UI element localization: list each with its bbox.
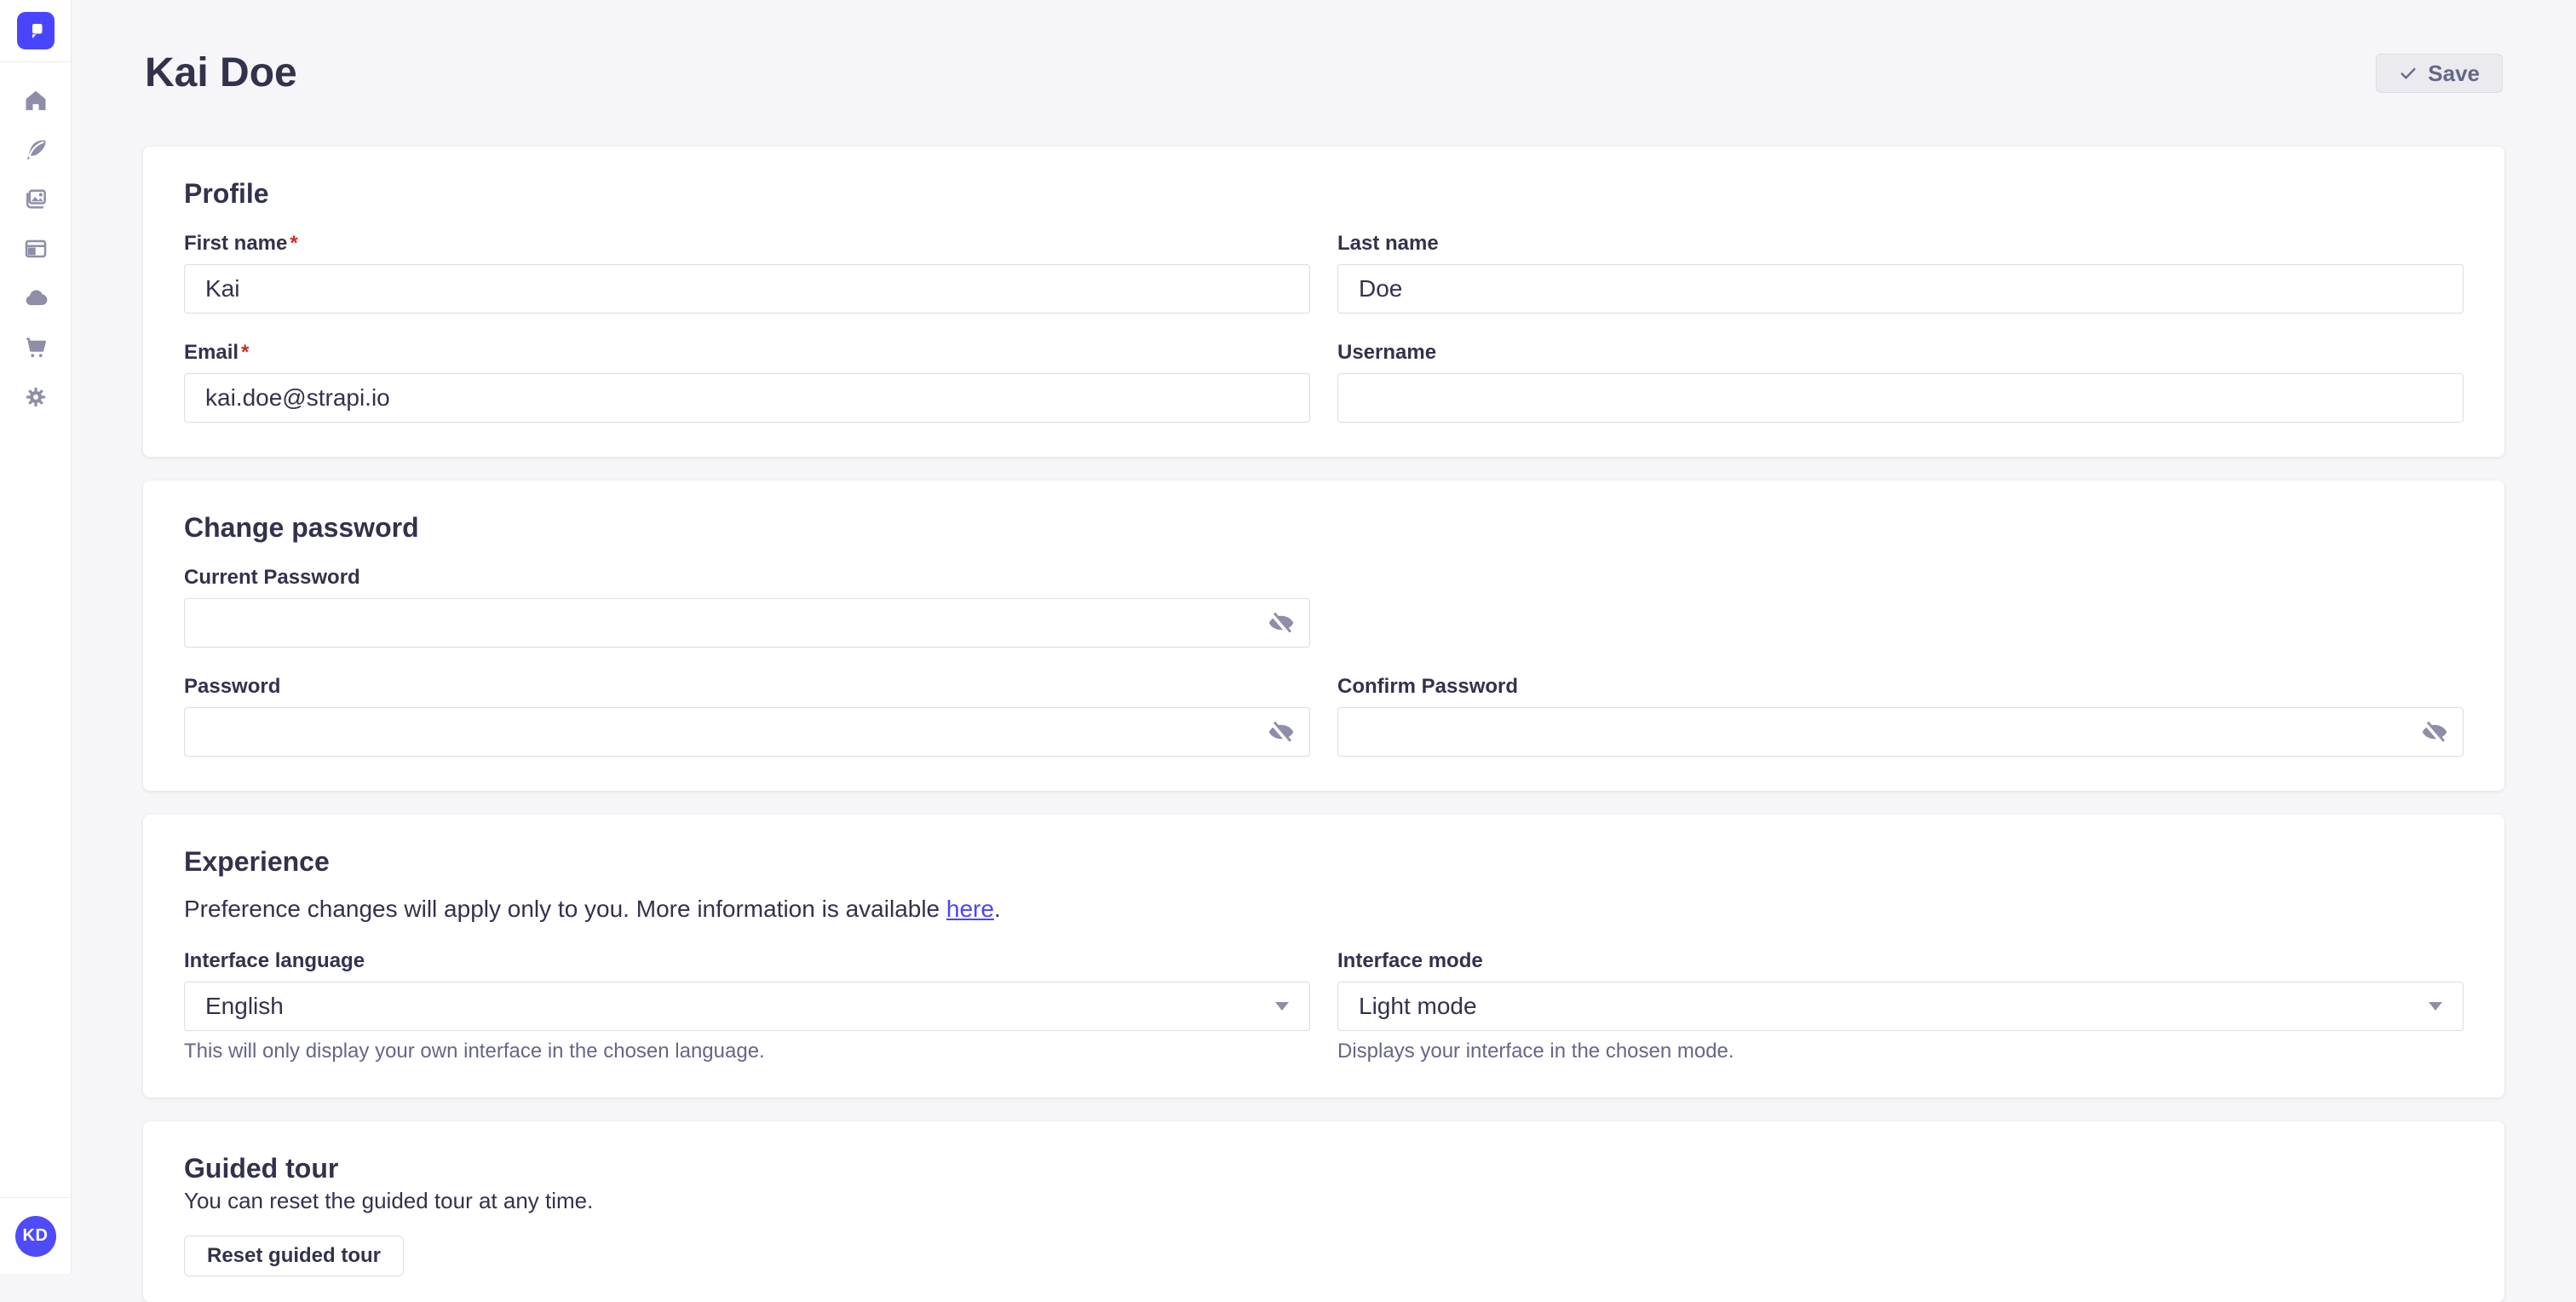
profile-section: Profile First name* Last name Email* <box>143 147 2504 457</box>
password-label: Password <box>184 675 1310 699</box>
password-input[interactable] <box>184 707 1310 757</box>
interface-language-select[interactable]: English <box>184 982 1310 1031</box>
password-field: Password <box>184 675 1310 757</box>
home-icon <box>23 88 49 113</box>
change-password-section: Change password Current Password <box>143 481 2504 791</box>
sidebar-item-media-library[interactable] <box>0 175 72 224</box>
interface-language-label-text: Interface language <box>184 949 365 972</box>
email-label-text: Email <box>184 341 239 364</box>
page-header: Kai Doe Save <box>143 0 2504 147</box>
change-password-grid: Current Password Password <box>184 566 2464 757</box>
experience-section-title: Experience <box>184 845 2464 878</box>
interface-language-hint: This will only display your own interfac… <box>184 1040 1310 1063</box>
sidebar-item-cloud[interactable] <box>0 274 72 323</box>
confirm-password-label: Confirm Password <box>1337 675 2464 699</box>
sidebar-item-home[interactable] <box>0 76 72 125</box>
toggle-confirm-password-visibility-button[interactable] <box>2418 715 2452 749</box>
experience-description-text: Preference changes will apply only to yo… <box>184 896 946 922</box>
email-label: Email* <box>184 341 1310 365</box>
toggle-current-password-visibility-button[interactable] <box>1264 606 1298 640</box>
first-name-label: First name* <box>184 232 1310 256</box>
interface-language-label: Interface language <box>184 949 1310 973</box>
toggle-password-visibility-button[interactable] <box>1264 715 1298 749</box>
interface-mode-hint: Displays your interface in the chosen mo… <box>1337 1040 2464 1063</box>
page-title: Kai Doe <box>145 49 297 97</box>
confirm-password-label-text: Confirm Password <box>1337 675 1518 698</box>
strapi-logo-icon <box>25 20 47 42</box>
eye-off-icon <box>2421 718 2448 746</box>
check-icon <box>2399 64 2418 83</box>
first-name-input[interactable] <box>184 264 1310 314</box>
sidebar-spacer <box>0 422 71 1197</box>
username-input[interactable] <box>1337 373 2464 423</box>
password-label-text: Password <box>184 675 280 698</box>
required-mark: * <box>290 232 297 255</box>
save-button-label: Save <box>2428 60 2480 87</box>
main-content: Kai Doe Save Profile First name* Last na… <box>72 0 2576 1302</box>
user-avatar[interactable]: KD <box>15 1216 56 1257</box>
profile-grid: First name* Last name Email* Username <box>184 232 2464 423</box>
experience-section: Experience Preference changes will apply… <box>143 815 2504 1097</box>
last-name-label-text: Last name <box>1337 232 1439 255</box>
sidebar-item-settings[interactable] <box>0 372 72 422</box>
current-password-field: Current Password <box>184 566 1310 648</box>
save-button[interactable]: Save <box>2376 54 2503 93</box>
sidebar-item-content[interactable] <box>0 125 72 175</box>
chevron-down-icon <box>1275 1002 1289 1011</box>
gear-icon <box>23 384 49 410</box>
cart-icon <box>23 335 49 360</box>
interface-mode-value: Light mode <box>1359 993 1477 1020</box>
current-password-label: Current Password <box>184 566 1310 590</box>
media-library-icon <box>23 187 49 212</box>
first-name-label-text: First name <box>184 232 287 255</box>
guided-tour-description: You can reset the guided tour at any tim… <box>184 1188 2464 1213</box>
sidebar-item-layout[interactable] <box>0 224 72 274</box>
username-field: Username <box>1337 341 2464 423</box>
experience-description: Preference changes will apply only to yo… <box>184 895 2464 924</box>
username-label: Username <box>1337 341 2464 365</box>
guided-tour-section-title: Guided tour <box>184 1152 2464 1184</box>
eye-off-icon <box>1268 718 1295 746</box>
more-information-link[interactable]: here <box>946 896 994 922</box>
chevron-down-icon <box>2429 1002 2442 1011</box>
sidebar-item-marketplace[interactable] <box>0 323 72 372</box>
last-name-label: Last name <box>1337 232 2464 256</box>
layout-icon <box>23 236 49 262</box>
required-mark: * <box>241 341 249 364</box>
current-password-input[interactable] <box>184 598 1310 648</box>
experience-description-period: . <box>994 896 1001 922</box>
interface-mode-select[interactable]: Light mode <box>1337 982 2464 1031</box>
sidebar-logo-area <box>0 0 71 62</box>
confirm-password-field: Confirm Password <box>1337 675 2464 757</box>
cloud-icon <box>22 285 49 311</box>
sidebar-footer: KD <box>0 1197 71 1274</box>
reset-guided-tour-button[interactable]: Reset guided tour <box>184 1236 404 1276</box>
eye-off-icon <box>1268 609 1295 637</box>
last-name-input[interactable] <box>1337 264 2464 314</box>
experience-grid: Interface language English This will onl… <box>184 949 2464 1063</box>
feather-icon <box>23 137 49 163</box>
current-password-label-text: Current Password <box>184 566 360 589</box>
interface-mode-label: Interface mode <box>1337 949 2464 973</box>
sidebar-nav <box>0 62 71 422</box>
interface-mode-label-text: Interface mode <box>1337 949 1483 972</box>
profile-section-title: Profile <box>184 177 2464 210</box>
interface-mode-field: Interface mode Light mode Displays your … <box>1337 949 2464 1063</box>
email-field: Email* <box>184 341 1310 423</box>
email-input[interactable] <box>184 373 1310 423</box>
confirm-password-input[interactable] <box>1337 707 2464 757</box>
first-name-field: First name* <box>184 232 1310 314</box>
username-label-text: Username <box>1337 341 1436 364</box>
last-name-field: Last name <box>1337 232 2464 314</box>
change-password-section-title: Change password <box>184 511 2464 544</box>
strapi-logo[interactable] <box>17 12 55 49</box>
sidebar: KD <box>0 0 72 1274</box>
interface-language-field: Interface language English This will onl… <box>184 949 1310 1063</box>
interface-language-value: English <box>205 993 284 1020</box>
guided-tour-section: Guided tour You can reset the guided tou… <box>143 1121 2504 1302</box>
